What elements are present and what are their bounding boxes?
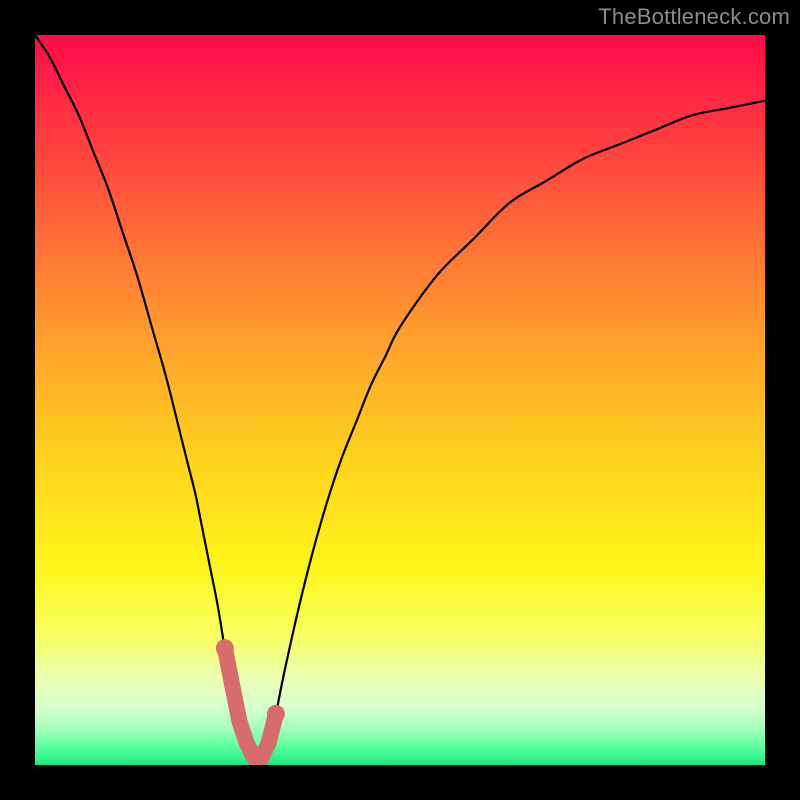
watermark-text: TheBottleneck.com <box>598 4 790 30</box>
chart-frame: TheBottleneck.com <box>0 0 800 800</box>
plot-area <box>35 35 765 765</box>
background-gradient <box>35 35 765 765</box>
